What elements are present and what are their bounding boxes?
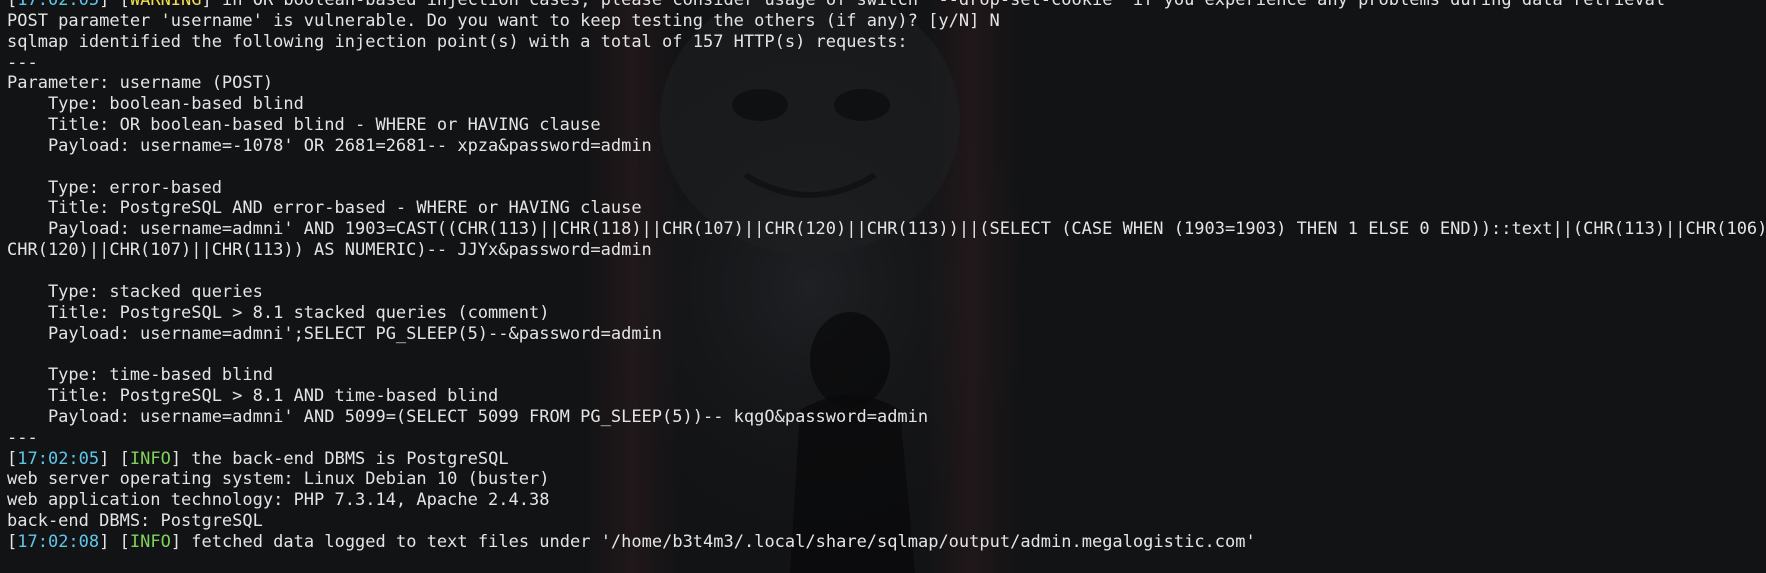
parameter-line: Parameter: username (POST) — [7, 73, 274, 94]
log-level-info: INFO — [129, 448, 171, 469]
os-line: web server operating system: Linux Debia… — [7, 469, 550, 490]
injection-type: Type: time-based blind — [7, 365, 274, 386]
identified-line: sqlmap identified the following injectio… — [7, 31, 908, 52]
separator-line: --- — [7, 427, 38, 448]
injection-title: Title: OR boolean-based blind - WHERE or… — [7, 115, 601, 136]
injection-title: Title: PostgreSQL > 8.1 AND time-based b… — [7, 386, 499, 407]
injection-type: Type: stacked queries — [7, 281, 263, 302]
dbms-line: back-end DBMS: PostgreSQL — [7, 511, 263, 532]
log-level-info: INFO — [129, 531, 171, 552]
injection-payload-continued: CHR(120)||CHR(107)||CHR(113)) AS NUMERIC… — [7, 240, 652, 261]
prompt-line: POST parameter 'username' is vulnerable.… — [7, 10, 1000, 31]
terminal-window[interactable]: [17:02:05] [WARNING] in OR boolean-based… — [0, 0, 1766, 573]
log-timestamp: 17:02:08 — [17, 531, 100, 552]
log-timestamp: 17:02:05 — [17, 448, 100, 469]
injection-payload: Payload: username=-1078' OR 2681=2681-- … — [7, 135, 652, 156]
log-level-warning: WARNING — [129, 0, 202, 10]
injection-type: Type: boolean-based blind — [7, 94, 304, 115]
injection-payload: Payload: username=admni' AND 1903=CAST((… — [7, 219, 1766, 240]
injection-type: Type: error-based — [7, 177, 222, 198]
injection-title: Title: PostgreSQL > 8.1 stacked queries … — [7, 302, 550, 323]
info-log-line: [17:02:05] [INFO] the back-end DBMS is P… — [7, 448, 509, 469]
injection-payload: Payload: username=admni';SELECT PG_SLEEP… — [7, 323, 663, 344]
log-timestamp: 17:02:05 — [17, 0, 100, 10]
info-log-line: [17:02:08] [INFO] fetched data logged to… — [7, 531, 1256, 552]
injection-payload: Payload: username=admni' AND 5099=(SELEC… — [7, 406, 929, 427]
warning-log-line: [17:02:05] [WARNING] in OR boolean-based… — [7, 0, 1766, 11]
separator-line: --- — [7, 52, 38, 73]
terminal-output[interactable]: [17:02:05] [WARNING] in OR boolean-based… — [7, 0, 1766, 553]
technology-line: web application technology: PHP 7.3.14, … — [7, 490, 550, 511]
injection-title: Title: PostgreSQL AND error-based - WHER… — [7, 198, 642, 219]
